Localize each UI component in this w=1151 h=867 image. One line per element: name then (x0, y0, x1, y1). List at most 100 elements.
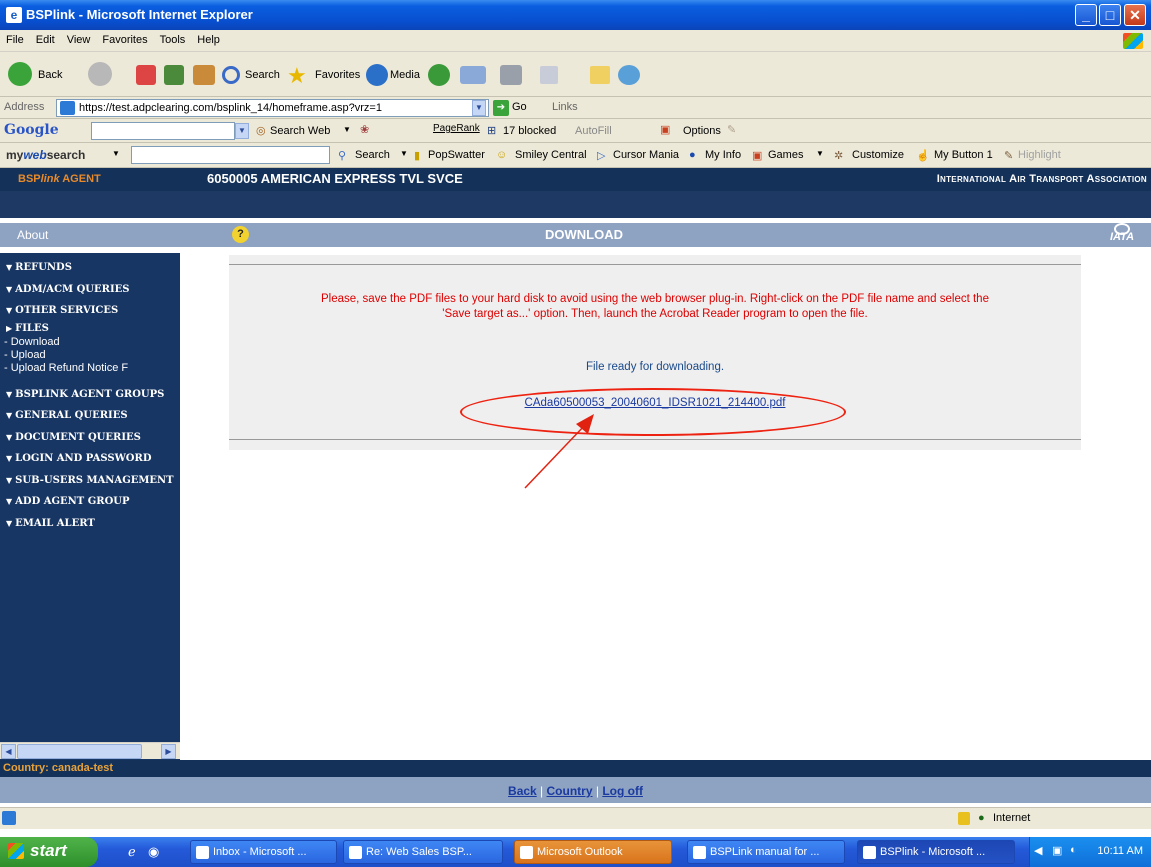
games-button[interactable]: Games (768, 149, 803, 161)
games-dropdown-icon[interactable]: ▼ (816, 149, 824, 158)
smiley-central-button[interactable]: Smiley Central (515, 149, 587, 161)
sidebar-item-label: DOCUMENT QUERIES (15, 432, 141, 443)
sidebar-item-general-queries[interactable]: ▼ GENERAL QUERIES (6, 410, 128, 421)
sidebar-sub-download[interactable]: - Download (4, 336, 60, 348)
highlight-icon[interactable]: ❀ (360, 123, 369, 136)
ie-quicklaunch-icon[interactable]: ℯ (128, 844, 136, 860)
go-button[interactable]: Go (512, 101, 527, 113)
outlook-quicklaunch-icon[interactable]: ◉ (148, 844, 159, 860)
customize-button[interactable]: Customize (852, 149, 904, 161)
search-web-button[interactable]: Search Web (270, 125, 330, 137)
google-dropdown-icon[interactable]: ▼ (235, 123, 249, 139)
network-icon[interactable]: ▣ (1052, 844, 1062, 857)
sidebar-sub-upload-refund-notice[interactable]: - Upload Refund Notice F (4, 362, 128, 374)
my-button-1[interactable]: My Button 1 (934, 149, 993, 161)
back-link[interactable]: Back (508, 784, 537, 798)
search-button[interactable]: Search (245, 69, 280, 81)
cursor-mania-button[interactable]: Cursor Mania (613, 149, 679, 161)
sidebar-item-sub-users-management[interactable]: ▼ SUB-USERS MANAGEMENT (6, 475, 174, 486)
media-button[interactable]: Media (390, 69, 420, 81)
help-icon[interactable]: ? (232, 226, 249, 243)
sidebar-item-bsplink-agent-groups[interactable]: ▼ BSPLINK AGENT GROUPS (6, 389, 164, 400)
back-button[interactable]: Back (38, 69, 62, 81)
sidebar-item-email-alert[interactable]: ▼ EMAIL ALERT (6, 518, 95, 529)
home-icon[interactable] (193, 65, 215, 85)
ie-app-icon: e (6, 7, 22, 23)
mws-dropdown-icon[interactable]: ▼ (112, 149, 120, 158)
minimize-button[interactable]: _ (1075, 4, 1097, 26)
tray-expand-icon[interactable]: ◀ (1034, 844, 1042, 857)
sidebar-sub-upload[interactable]: - Upload (4, 349, 46, 361)
sidebar-item-other-services[interactable]: ▼ OTHER SERVICES (6, 305, 118, 316)
mywebsearch-input[interactable] (131, 146, 330, 164)
mywebsearch-logo[interactable]: mywebsearch (6, 148, 85, 162)
mws-search-dropdown-icon[interactable]: ▼ (400, 149, 408, 158)
menu-file[interactable]: File (0, 30, 30, 46)
menu-tools[interactable]: Tools (154, 30, 192, 46)
back-arrow-icon[interactable] (8, 62, 32, 86)
task-re-web-sales[interactable]: Re: Web Sales BSP... (343, 840, 503, 864)
about-link[interactable]: About (17, 228, 48, 242)
highlight-button[interactable]: Highlight (1018, 149, 1061, 161)
annotation-circle (460, 388, 846, 436)
close-button[interactable]: ✕ (1124, 4, 1146, 26)
popswatter-button[interactable]: PopSwatter (428, 149, 485, 161)
messenger-icon[interactable] (618, 65, 640, 85)
media-icon[interactable] (366, 64, 388, 86)
menu-view[interactable]: View (61, 30, 97, 46)
sidebar-item-document-queries[interactable]: ▼ DOCUMENT QUERIES (6, 432, 141, 443)
maximize-button[interactable]: □ (1099, 4, 1121, 26)
print-icon[interactable] (500, 65, 522, 85)
scroll-right-icon[interactable]: ▶ (161, 744, 176, 759)
google-search-input[interactable] (91, 122, 235, 140)
discuss-icon[interactable] (590, 66, 610, 84)
log-off-link[interactable]: Log off (602, 784, 643, 798)
save-pdf-notice: Please, save the PDF files to your hard … (229, 292, 1081, 322)
google-logo[interactable]: Google (4, 122, 59, 138)
pencil-icon[interactable]: ✎ (727, 123, 736, 136)
country-link[interactable]: Country (547, 784, 593, 798)
options-icon: ▣ (660, 124, 671, 136)
autofill-button[interactable]: AutoFill (575, 125, 612, 137)
menu-favorites[interactable]: Favorites (96, 30, 153, 46)
address-dropdown-icon[interactable]: ▼ (472, 100, 486, 116)
mws-search-button[interactable]: Search (355, 149, 390, 161)
refresh-icon[interactable] (164, 65, 184, 85)
info-icon: ● (689, 149, 696, 161)
windows-logo-icon (1123, 33, 1143, 49)
search-icon[interactable] (222, 66, 240, 84)
menu-edit[interactable]: Edit (30, 30, 61, 46)
sidebar-item-files[interactable]: ▶ FILES (6, 323, 49, 334)
address-input[interactable]: https://test.adpclearing.com/bsplink_14/… (56, 99, 489, 117)
sidebar-horizontal-scrollbar[interactable]: ◀ ▶ (0, 742, 180, 759)
my-info-button[interactable]: My Info (705, 149, 741, 161)
sidebar-item-login-and-password[interactable]: ▼ LOGIN AND PASSWORD (6, 453, 152, 464)
start-button[interactable]: start (0, 837, 98, 867)
favorites-button[interactable]: Favorites (315, 69, 360, 81)
favorites-star-icon[interactable]: ★ (287, 63, 307, 89)
highlight-pen-icon: ✎ (1004, 150, 1014, 162)
task-inbox[interactable]: Inbox - Microsoft ... (190, 840, 337, 864)
scroll-left-icon[interactable]: ◀ (1, 744, 16, 759)
go-arrow-icon[interactable]: ➔ (493, 100, 509, 116)
task-microsoft-outlook[interactable]: Microsoft Outlook (514, 840, 672, 864)
mail-icon[interactable] (460, 66, 486, 84)
forward-arrow-icon[interactable] (88, 62, 112, 86)
word-edit-icon[interactable] (540, 66, 558, 84)
options-button[interactable]: Options (683, 125, 721, 137)
scroll-thumb[interactable] (17, 744, 142, 759)
sidebar-item-label: ADD AGENT GROUP (15, 496, 130, 507)
menu-help[interactable]: Help (191, 30, 226, 46)
links-button[interactable]: Links (552, 101, 578, 113)
sidebar-item-label: FILES (15, 323, 49, 334)
stop-icon[interactable] (136, 65, 156, 85)
sidebar-item-refunds[interactable]: ▼ REFUNDS (6, 262, 72, 273)
sidebar-item-add-agent-group[interactable]: ▼ ADD AGENT GROUP (6, 496, 130, 507)
popups-blocked[interactable]: 17 blocked (503, 125, 556, 137)
sidebar-item-label: BSPLINK AGENT GROUPS (15, 389, 165, 400)
task-bsplink-ie[interactable]: BSPlink - Microsoft ... (857, 840, 1015, 864)
sidebar-item-adm-acm-queries[interactable]: ▼ ADM/ACM QUERIES (6, 284, 129, 295)
volume-icon[interactable]: ◐ (1070, 844, 1077, 856)
history-icon[interactable] (428, 64, 450, 86)
task-bsplink-manual[interactable]: BSPLink manual for ... (687, 840, 845, 864)
